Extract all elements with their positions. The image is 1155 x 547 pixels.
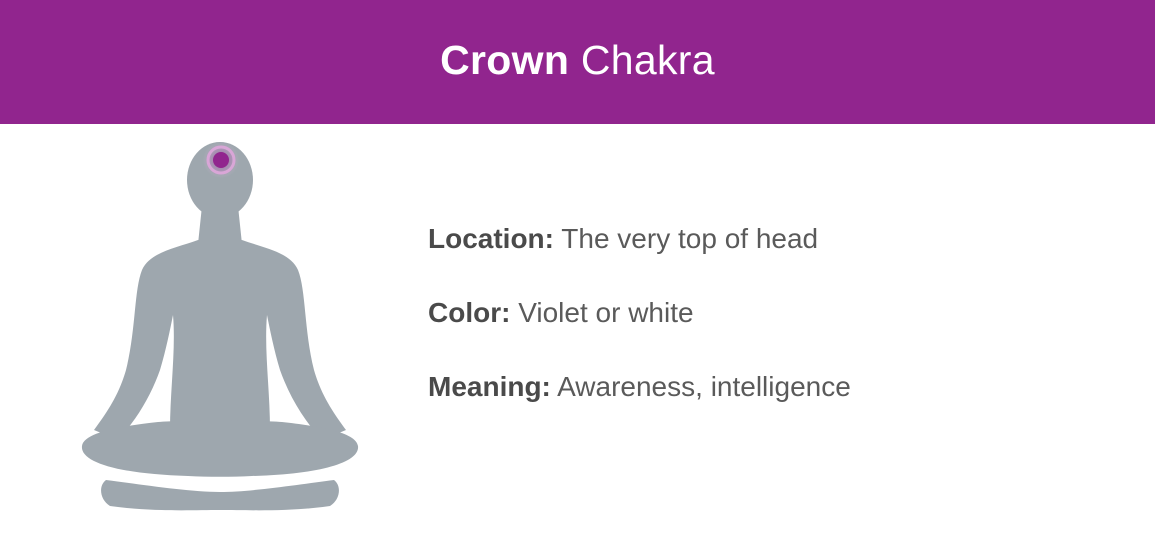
color-label: Color: [428, 297, 511, 328]
meditating-person-icon [81, 142, 359, 511]
meditating-figure [78, 140, 362, 516]
page-title: Crown Chakra [440, 36, 715, 83]
meaning-label: Meaning: [428, 371, 551, 402]
chakra-marker [203, 142, 239, 178]
detail-row-meaning: Meaning: Awareness, intelligence [428, 366, 851, 440]
location-value: The very top of head [561, 223, 819, 254]
silhouette [81, 142, 359, 511]
title-bold: Crown [440, 36, 570, 83]
header-banner: Crown Chakra [0, 0, 1155, 124]
chakra-details: Location: The very top of head Color: Vi… [428, 218, 851, 440]
location-label: Location: [428, 223, 554, 254]
color-value: Violet or white [518, 297, 694, 328]
detail-row-color: Color: Violet or white [428, 292, 851, 366]
detail-row-location: Location: The very top of head [428, 218, 851, 292]
meaning-value: Awareness, intelligence [557, 371, 851, 402]
title-regular: Chakra [580, 36, 715, 83]
